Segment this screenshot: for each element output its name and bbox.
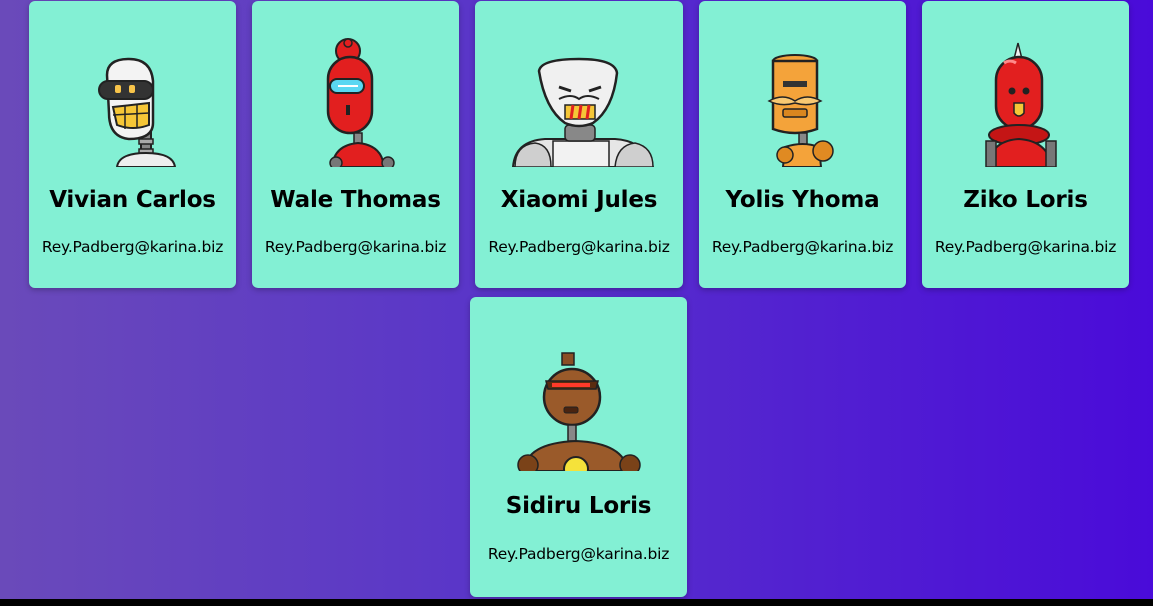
card-email: Rey.Padberg@karina.biz (711, 238, 894, 256)
robot-card[interactable]: Yolis Yhoma Rey.Padberg@karina.biz (699, 1, 906, 288)
card-name: Xiaomi Jules (500, 187, 658, 213)
robot-card[interactable]: Sidiru Loris Rey.Padberg@karina.biz (470, 297, 687, 597)
red-spike-robot-icon (922, 1, 1129, 167)
card-email: Rey.Padberg@karina.biz (41, 238, 224, 256)
white-robot-icon (29, 1, 236, 167)
robot-card[interactable]: Vivian Carlos Rey.Padberg@karina.biz (29, 1, 236, 288)
brown-robot-icon (470, 297, 687, 471)
grey-robot-icon (475, 1, 683, 167)
card-email: Rey.Padberg@karina.biz (488, 238, 670, 256)
robot-card[interactable]: Ziko Loris Rey.Padberg@karina.biz (922, 1, 1129, 288)
card-email: Rey.Padberg@karina.biz (264, 238, 447, 256)
card-name: Yolis Yhoma (725, 187, 880, 213)
card-name: Vivian Carlos (49, 187, 216, 213)
card-name: Wale Thomas (270, 187, 441, 213)
card-name: Ziko Loris (963, 187, 1088, 213)
orange-robot-icon (699, 1, 906, 167)
card-name: Sidiru Loris (505, 493, 652, 519)
card-email: Rey.Padberg@karina.biz (487, 545, 670, 563)
bottom-bar (0, 599, 1153, 606)
robot-card[interactable]: Wale Thomas Rey.Padberg@karina.biz (252, 1, 459, 288)
robot-card[interactable]: Xiaomi Jules Rey.Padberg@karina.biz (475, 1, 683, 288)
card-email: Rey.Padberg@karina.biz (934, 238, 1117, 256)
red-robot-icon (252, 1, 459, 167)
